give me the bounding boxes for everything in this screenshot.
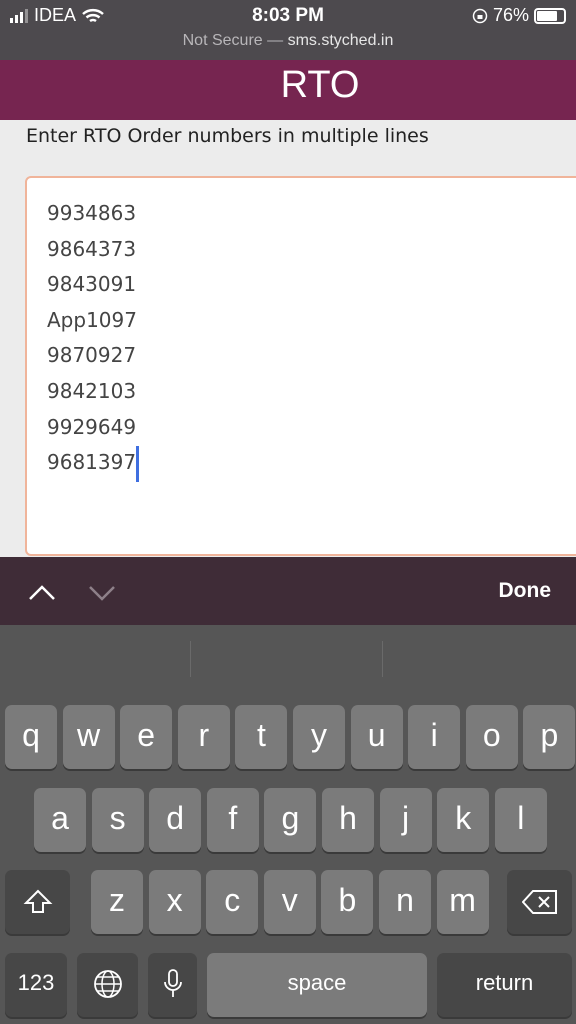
key-x[interactable]: x [148, 870, 201, 934]
line: 9929649 [47, 414, 137, 439]
globe-key[interactable] [77, 953, 138, 1017]
page-header: RTO [0, 60, 576, 120]
domain: sms.styched.in [287, 32, 394, 49]
shift-key[interactable] [5, 870, 70, 934]
backspace-icon [521, 890, 557, 914]
key-c[interactable]: c [206, 870, 259, 934]
line: 9864373 [47, 236, 137, 261]
line: 9843091 [47, 272, 137, 297]
line: 9870927 [47, 343, 137, 368]
key-f[interactable]: f [206, 788, 259, 852]
suggestion-divider [382, 641, 383, 677]
key-q[interactable]: q [5, 705, 57, 769]
status-bar: IDEA 8:03 PM 76% Not Secure — sms.styche… [0, 0, 576, 60]
key-d[interactable]: d [149, 788, 202, 852]
key-m[interactable]: m [436, 870, 489, 934]
keyboard-accessory-bar: Done [0, 557, 576, 625]
key-v[interactable]: v [263, 870, 316, 934]
line: 9681397 [47, 450, 137, 475]
key-l[interactable]: l [494, 788, 547, 852]
globe-icon [93, 970, 122, 998]
order-numbers-textarea[interactable]: 9934863 9864373 9843091 App1097 9870927 … [25, 176, 576, 556]
numbers-key[interactable]: 123 [5, 953, 67, 1017]
chevron-up-icon[interactable] [28, 579, 56, 607]
key-g[interactable]: g [264, 788, 317, 852]
done-button[interactable]: Done [499, 579, 552, 603]
address-bar[interactable]: Not Secure — sms.styched.in [0, 32, 576, 50]
key-e[interactable]: e [120, 705, 173, 769]
key-p[interactable]: p [523, 705, 576, 769]
line: 9934863 [47, 201, 137, 225]
dictation-key[interactable] [148, 953, 197, 1017]
orientation-lock-icon [472, 8, 488, 23]
line: 9842103 [47, 378, 137, 403]
key-s[interactable]: s [91, 788, 144, 852]
key-y[interactable]: y [293, 705, 345, 769]
key-w[interactable]: w [62, 705, 115, 769]
key-i[interactable]: i [408, 705, 461, 769]
return-key[interactable]: return [437, 953, 572, 1017]
key-z[interactable]: z [91, 870, 143, 934]
page-title: RTO [280, 64, 360, 106]
battery-icon [534, 7, 566, 24]
security-label: Not Secure — [182, 32, 284, 49]
key-b[interactable]: b [321, 870, 374, 934]
battery-percent: 76% [492, 5, 529, 25]
space-key[interactable]: space [207, 953, 427, 1017]
delete-key[interactable] [507, 870, 572, 934]
keyboard: 123 space return qwertyuiop asdfghjkl zxcv… [0, 625, 576, 1024]
shift-icon [23, 889, 52, 913]
key-h[interactable]: h [322, 788, 374, 852]
microphone-icon [163, 969, 182, 997]
key-a[interactable]: a [34, 788, 86, 852]
key-o[interactable]: o [465, 705, 518, 769]
textarea-label: Enter RTO Order numbers in multiple line… [26, 125, 429, 147]
key-j[interactable]: j [379, 788, 432, 852]
chevron-down-icon[interactable] [88, 579, 116, 607]
key-u[interactable]: u [350, 705, 403, 769]
key-t[interactable]: t [235, 705, 288, 769]
line: App1097 [47, 307, 137, 332]
key-n[interactable]: n [379, 870, 431, 934]
key-k[interactable]: k [437, 788, 490, 852]
text-cursor [136, 445, 140, 482]
suggestion-divider [190, 641, 191, 677]
key-r[interactable]: r [177, 705, 230, 769]
